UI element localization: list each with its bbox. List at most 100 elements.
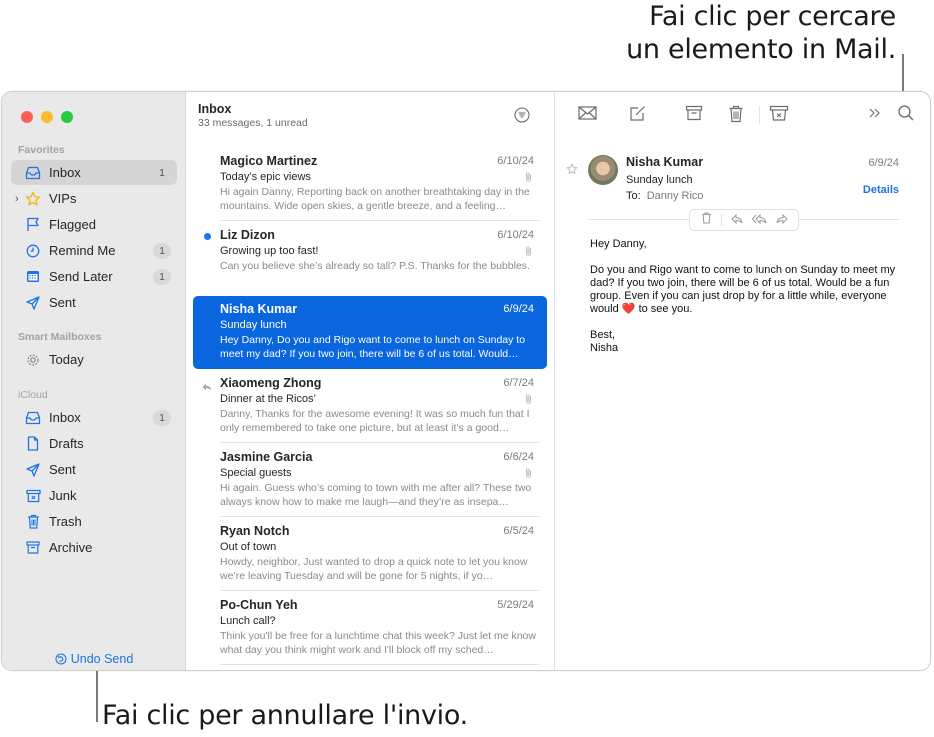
filter-button[interactable] xyxy=(514,107,530,128)
sidebar-item-remind-me[interactable]: Remind Me 1 xyxy=(11,238,177,263)
star-icon xyxy=(25,191,41,207)
message-subject: Lunch call? xyxy=(220,615,276,627)
message-row[interactable]: Jasmine Garcia 6/6/24 Special guests Hi aga… xyxy=(193,444,547,517)
sidebar-item-icloud-sent[interactable]: Sent xyxy=(11,457,177,482)
get-mail-button[interactable] xyxy=(578,105,598,126)
mail-window: Favorites Inbox 1 › VIPs Flagged Remind … xyxy=(1,91,931,671)
document-icon xyxy=(25,436,41,452)
search-callout: Fai clic per cercare un elemento in Mail… xyxy=(626,0,896,66)
message-subject: Special guests xyxy=(220,467,292,479)
archive-icon xyxy=(685,105,703,121)
message-sender: Xiaomeng Zhong xyxy=(220,376,322,390)
mailbox-title: Inbox xyxy=(198,102,232,116)
flag-star-button[interactable] xyxy=(566,162,578,180)
message-subject: Sunday lunch xyxy=(220,319,287,331)
message-date: 6/5/24 xyxy=(503,525,534,537)
sidebar-item-trash[interactable]: Trash xyxy=(11,509,177,534)
message-preview: Hi again Danny, Reporting back on anothe… xyxy=(220,186,530,212)
message-row[interactable]: Nisha Kumar 6/9/24 Sunday lunch Hey Danny, … xyxy=(193,296,547,369)
gear-icon xyxy=(25,352,41,368)
forward-button[interactable] xyxy=(776,211,788,229)
message-preview: Danny, Thanks for the awesome evening! I… xyxy=(220,408,530,434)
body-text: to see you. xyxy=(638,303,693,315)
attachment-icon xyxy=(526,172,531,182)
reader-date: 6/9/24 xyxy=(868,157,899,169)
body-signoff: Best, xyxy=(590,329,616,341)
message-list: Inbox 33 messages, 1 unread Magico Marti… xyxy=(187,92,555,670)
reply-button[interactable] xyxy=(730,211,743,229)
recipient-name[interactable]: Danny Rico xyxy=(647,190,704,202)
paper-plane-icon xyxy=(25,462,41,478)
message-preview: Can you believe she’s already so tall? P… xyxy=(220,260,530,272)
section-favorites: Favorites xyxy=(18,144,65,156)
sidebar-item-sent[interactable]: Sent xyxy=(11,290,177,315)
actions-divider xyxy=(720,214,722,226)
reader-recipients: To: Danny Rico xyxy=(626,190,704,202)
paper-plane-icon xyxy=(25,295,41,311)
undo-callout: Fai clic per annullare l'invio. xyxy=(102,700,468,731)
unread-dot-icon xyxy=(204,233,211,240)
section-icloud: iCloud xyxy=(18,389,48,401)
compose-button[interactable] xyxy=(629,105,647,127)
sidebar-item-icloud-inbox[interactable]: Inbox 1 xyxy=(11,405,177,430)
delete-message-button[interactable] xyxy=(701,211,712,229)
sidebar-item-label: Inbox xyxy=(49,165,81,180)
forward-icon xyxy=(776,213,788,225)
sidebar-item-archive[interactable]: Archive xyxy=(11,535,177,560)
message-subject: Out of town xyxy=(220,541,277,553)
junk-button[interactable] xyxy=(769,105,789,127)
sidebar-item-label: Sent xyxy=(49,295,76,310)
message-subject: Dinner at the Ricos’ xyxy=(220,393,316,405)
junk-icon xyxy=(769,105,789,121)
body-signature: Nisha xyxy=(590,342,619,354)
compose-icon xyxy=(630,106,645,121)
message-date: 6/9/24 xyxy=(503,303,534,315)
archive-button[interactable] xyxy=(685,105,703,126)
search-button[interactable] xyxy=(897,104,915,127)
inbox-icon xyxy=(25,410,41,426)
message-row[interactable]: Ryan Notch 6/5/24 Out of town Howdy, neighb… xyxy=(193,518,547,591)
zoom-button[interactable] xyxy=(61,111,73,123)
sidebar-item-send-later[interactable]: Send Later 1 xyxy=(11,264,177,289)
message-sender: Liz Dizon xyxy=(220,228,275,242)
delete-button[interactable] xyxy=(728,105,744,128)
attachment-icon xyxy=(526,246,531,256)
sidebar-item-vips[interactable]: › VIPs xyxy=(11,186,177,211)
minimize-button[interactable] xyxy=(41,111,53,123)
sidebar-item-flagged[interactable]: Flagged xyxy=(11,212,177,237)
reader-subject: Sunday lunch xyxy=(626,174,693,186)
calendar-icon xyxy=(25,269,41,285)
undo-send-icon xyxy=(55,653,67,665)
message-date: 6/10/24 xyxy=(497,229,534,241)
attachment-icon xyxy=(526,394,531,404)
sidebar-item-label: Archive xyxy=(49,540,93,555)
sidebar: Favorites Inbox 1 › VIPs Flagged Remind … xyxy=(2,92,186,670)
sidebar-item-drafts[interactable]: Drafts xyxy=(11,431,177,456)
body-text: Do you and Rigo want to come to lunch on… xyxy=(590,264,896,315)
reading-pane: Nisha Kumar 6/9/24 Sunday lunch To: Danny… xyxy=(556,92,930,670)
message-preview: Howdy, neighbor, Just wanted to drop a q… xyxy=(220,556,528,582)
message-date: 5/29/24 xyxy=(497,599,534,611)
sidebar-item-label: Today xyxy=(49,352,84,367)
more-toolbar-button[interactable] xyxy=(868,106,882,125)
sidebar-item-today[interactable]: Today xyxy=(11,347,177,372)
message-sender: Jasmine Garcia xyxy=(220,450,313,464)
message-row[interactable]: Xiaomeng Zhong 6/7/24 Dinner at the Ricos’… xyxy=(193,370,547,443)
sender-avatar xyxy=(588,155,618,185)
message-date: 6/10/24 xyxy=(497,155,534,167)
message-row[interactable]: Po-Chun Yeh 5/29/24 Lunch call? Think you'l… xyxy=(193,592,547,665)
message-row[interactable]: Liz Dizon 6/10/24 Growing up too fast! Can … xyxy=(193,222,547,295)
message-sender: Magico Martinez xyxy=(220,154,318,168)
sidebar-item-inbox[interactable]: Inbox 1 xyxy=(11,160,177,185)
message-date: 6/6/24 xyxy=(503,451,534,463)
close-button[interactable] xyxy=(21,111,33,123)
window-controls xyxy=(21,111,73,123)
undo-send-button[interactable]: Undo Send xyxy=(2,652,186,666)
section-smart-mailboxes: Smart Mailboxes xyxy=(18,331,102,343)
disclosure-chevron-icon[interactable]: › xyxy=(15,193,19,205)
reply-all-button[interactable] xyxy=(751,211,767,229)
sidebar-item-junk[interactable]: Junk xyxy=(11,483,177,508)
message-preview: Think you'll be free for a lunchtime cha… xyxy=(220,630,536,656)
details-link[interactable]: Details xyxy=(863,184,899,196)
message-row[interactable]: Magico Martinez 6/10/24 Today’s epic views… xyxy=(193,148,547,221)
